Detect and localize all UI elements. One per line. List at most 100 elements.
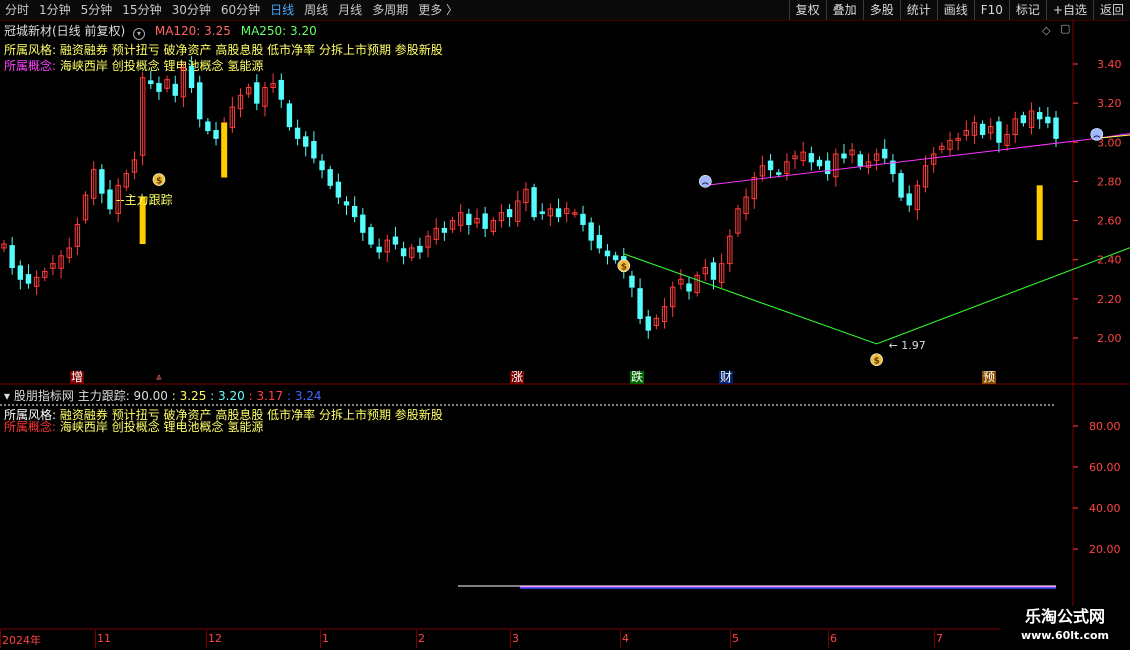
money-bag-icon: $ — [152, 173, 166, 187]
candle — [433, 218, 439, 245]
toolbar-button-2[interactable]: 多股 — [862, 0, 900, 20]
toolbar-button-0[interactable]: 复权 — [788, 0, 826, 20]
candle-body — [816, 159, 823, 167]
tab-9[interactable]: 多周期 — [367, 0, 413, 20]
kline-chart[interactable]: 3.403.203.002.802.602.402.202.00$$$$$← 1… — [0, 20, 1130, 385]
tab-10[interactable]: 更多 〉 — [413, 0, 463, 20]
candle — [882, 139, 888, 164]
date-tick — [510, 630, 511, 648]
candle — [800, 141, 806, 167]
y-tick-label: 2.60 — [1097, 215, 1122, 228]
sad-face-icon — [699, 175, 712, 188]
candle-body — [343, 201, 350, 206]
main-track-bar — [1036, 185, 1043, 241]
tab-8[interactable]: 月线 — [333, 0, 367, 20]
candle — [988, 118, 994, 140]
candle — [955, 132, 961, 151]
candle-body — [197, 82, 203, 120]
event-marker-0[interactable]: 增 — [70, 371, 85, 384]
candle-body — [482, 213, 488, 229]
candle-body — [9, 245, 15, 269]
candle — [1, 240, 7, 252]
candle — [833, 148, 839, 187]
tab-6[interactable]: 日线 — [265, 0, 299, 20]
tab-1[interactable]: 1分钟 — [34, 0, 76, 20]
toolbar-button-5[interactable]: F10 — [973, 0, 1009, 20]
candle — [922, 155, 929, 193]
candle — [254, 74, 260, 111]
candle — [653, 314, 660, 330]
candle — [580, 205, 586, 232]
candle-body — [213, 130, 219, 139]
tab-7[interactable]: 周线 — [299, 0, 333, 20]
candle — [637, 278, 643, 324]
date-label-8: 6 — [830, 632, 837, 645]
y-tick-label: 2.80 — [1097, 175, 1122, 188]
candle — [890, 154, 896, 183]
candle-body — [531, 187, 537, 218]
sub-indicator-chart[interactable]: 80.00 60.00 40.00 20.00 — [0, 385, 1130, 630]
candle-body — [767, 160, 774, 171]
candle — [1004, 124, 1010, 151]
event-marker-3[interactable]: 跌 — [630, 371, 645, 384]
sad-face-circle — [699, 175, 712, 188]
sub-y-tick-label: 80.00 — [1089, 420, 1121, 433]
candle — [515, 190, 521, 227]
toolbar-button-8[interactable]: 返回 — [1092, 0, 1130, 20]
support-line — [623, 247, 1130, 345]
toolbar-button-4[interactable]: 画线 — [936, 0, 974, 20]
candle — [596, 225, 603, 254]
candle — [400, 241, 407, 265]
tab-4[interactable]: 30分钟 — [167, 0, 216, 20]
candle — [865, 153, 872, 175]
date-tick — [934, 630, 935, 648]
candle — [17, 260, 24, 290]
low-price-label: ← 1.97 — [889, 339, 926, 352]
date-tick — [730, 630, 731, 648]
watermark-logo: 乐淘公式网 www.60lt.com — [1000, 606, 1130, 650]
candle — [979, 120, 986, 139]
candle — [710, 257, 717, 290]
tab-3[interactable]: 15分钟 — [117, 0, 166, 20]
event-marker-4[interactable]: 财 — [719, 371, 734, 384]
date-tick — [206, 630, 207, 648]
tab-5[interactable]: 60分钟 — [216, 0, 265, 20]
event-marker-2[interactable]: 涨 — [510, 371, 525, 384]
candle — [180, 62, 187, 108]
candle — [351, 196, 358, 223]
date-label-0: 2024年 — [2, 634, 41, 647]
candle-body — [368, 227, 374, 245]
pressure-line — [705, 132, 1130, 186]
candle — [368, 223, 374, 248]
date-tick — [320, 630, 321, 648]
candle-body — [612, 255, 619, 261]
event-marker-1[interactable]: ⩓ — [155, 371, 163, 384]
candle — [588, 217, 594, 251]
candle-body — [645, 316, 651, 331]
candle-body — [1036, 112, 1043, 120]
y-tick-label: 3.20 — [1097, 97, 1122, 110]
toolbar-button-3[interactable]: 统计 — [899, 0, 937, 20]
tab-0[interactable]: 分时 — [0, 0, 34, 20]
candle — [645, 309, 651, 339]
money-bag-glyph: $ — [621, 263, 627, 273]
candle — [213, 121, 219, 146]
candle — [702, 258, 709, 281]
toolbar-button-6[interactable]: 标记 — [1008, 0, 1046, 20]
candle-body — [604, 250, 611, 257]
candle-body — [351, 205, 358, 218]
candle-body — [824, 160, 831, 175]
candle-body — [417, 245, 423, 253]
date-label-2: 12 — [208, 632, 222, 645]
candle-body — [857, 154, 863, 167]
sad-face-circle — [1090, 128, 1104, 141]
tab-2[interactable]: 5分钟 — [76, 0, 118, 20]
candle — [939, 142, 945, 154]
toolbar-button-7[interactable]: +自选 — [1045, 0, 1093, 20]
toolbar-button-1[interactable]: 叠加 — [825, 0, 863, 20]
candle-body — [776, 172, 782, 175]
candle — [1020, 111, 1027, 127]
event-marker-5[interactable]: 预 — [982, 371, 997, 384]
candle — [58, 250, 64, 279]
candle — [74, 217, 81, 256]
